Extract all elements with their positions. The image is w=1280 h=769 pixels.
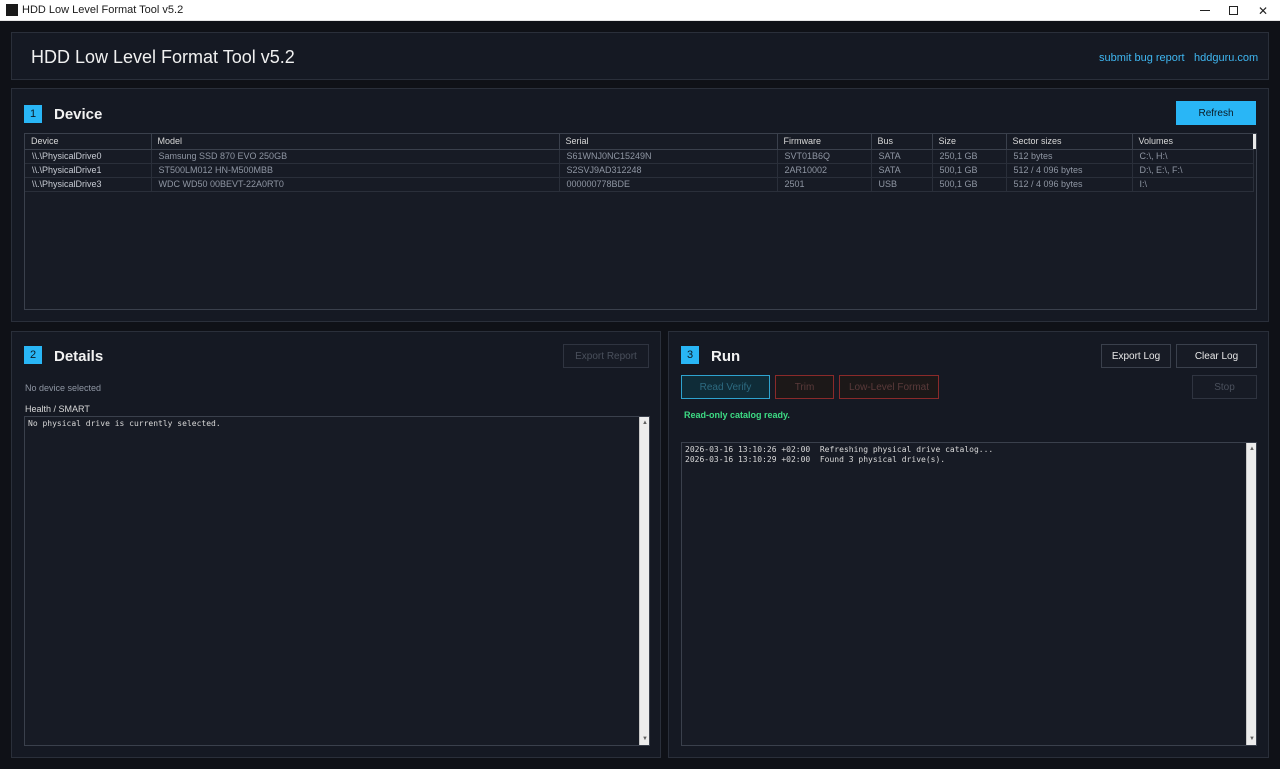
log-line: 2026-03-16 13:10:26 +02:00 Refreshing ph… bbox=[685, 445, 994, 454]
cell-size: 500,1 GB bbox=[932, 177, 1007, 192]
header-panel: HDD Low Level Format Tool v5.2 submit bu… bbox=[11, 32, 1269, 80]
cell-device: \\.\PhysicalDrive0 bbox=[25, 149, 152, 164]
cell-device: \\.\PhysicalDrive3 bbox=[25, 177, 152, 192]
refresh-button[interactable]: Refresh bbox=[1176, 101, 1256, 125]
submit-bug-report-link[interactable]: submit bug report bbox=[1099, 52, 1185, 64]
trim-button[interactable]: Trim bbox=[775, 375, 834, 399]
table-row[interactable]: \\.\PhysicalDrive0 Samsung SSD 870 EVO 2… bbox=[25, 149, 1254, 164]
cell-device: \\.\PhysicalDrive1 bbox=[25, 163, 152, 178]
health-smart-textbox[interactable]: No physical drive is currently selected.… bbox=[24, 416, 650, 746]
cell-sector-sizes: 512 / 4 096 bytes bbox=[1006, 177, 1133, 192]
cell-firmware: 2AR10002 bbox=[777, 163, 872, 178]
log-scrollbar[interactable]: ▲ ▼ bbox=[1246, 443, 1256, 745]
app-title: HDD Low Level Format Tool v5.2 bbox=[31, 47, 295, 67]
column-header-bus[interactable]: Bus bbox=[871, 134, 933, 150]
minimize-icon bbox=[1200, 10, 1210, 11]
status-message: Read-only catalog ready. bbox=[684, 410, 790, 420]
log-line: 2026-03-16 13:10:29 +02:00 Found 3 physi… bbox=[685, 455, 946, 464]
export-report-button[interactable]: Export Report bbox=[563, 344, 649, 368]
column-header-model[interactable]: Model bbox=[151, 134, 560, 150]
cell-firmware: SVT01B6Q bbox=[777, 149, 872, 164]
cell-bus: SATA bbox=[871, 149, 933, 164]
window-title: HDD Low Level Format Tool v5.2 bbox=[22, 4, 184, 16]
health-smart-text: No physical drive is currently selected. bbox=[28, 419, 221, 428]
column-header-firmware[interactable]: Firmware bbox=[777, 134, 872, 150]
no-device-label: No device selected bbox=[25, 383, 102, 393]
cell-bus: USB bbox=[871, 177, 933, 192]
window-titlebar: HDD Low Level Format Tool v5.2 ✕ bbox=[0, 0, 1280, 21]
clear-log-button[interactable]: Clear Log bbox=[1176, 344, 1257, 368]
section-number-run: 3 bbox=[681, 346, 699, 364]
cell-serial: S61WNJ0NC15249N bbox=[559, 149, 778, 164]
column-header-device[interactable]: Device bbox=[25, 134, 152, 150]
section-number-device: 1 bbox=[24, 105, 42, 123]
table-row[interactable]: \\.\PhysicalDrive3 WDC WD50 00BEVT-22A0R… bbox=[25, 177, 1254, 192]
details-section-title: Details bbox=[54, 348, 104, 365]
run-panel: 3 Run Export Log Clear Log Read Verify T… bbox=[668, 331, 1269, 758]
cell-model: Samsung SSD 870 EVO 250GB bbox=[151, 149, 560, 164]
cell-volumes: C:\, H:\ bbox=[1132, 149, 1254, 164]
hddguru-link[interactable]: hddguru.com bbox=[1194, 52, 1258, 64]
details-panel: 2 Details Export Report No device select… bbox=[11, 331, 661, 758]
main-area: HDD Low Level Format Tool v5.2 submit bu… bbox=[0, 21, 1280, 769]
cell-firmware: 2501 bbox=[777, 177, 872, 192]
cell-size: 250,1 GB bbox=[932, 149, 1007, 164]
table-header-row: Device Model Serial Firmware Bus Size Se… bbox=[25, 134, 1254, 150]
close-icon: ✕ bbox=[1257, 3, 1269, 18]
app-icon bbox=[6, 4, 18, 16]
maximize-icon bbox=[1228, 6, 1238, 15]
scroll-up-icon[interactable]: ▲ bbox=[1247, 444, 1257, 454]
cell-serial: S2SVJ9AD312248 bbox=[559, 163, 778, 178]
cell-size: 500,1 GB bbox=[932, 163, 1007, 178]
cell-volumes: I:\ bbox=[1132, 177, 1254, 192]
stop-button[interactable]: Stop bbox=[1192, 375, 1257, 399]
run-section-title: Run bbox=[711, 348, 741, 365]
column-header-sector-sizes[interactable]: Sector sizes bbox=[1006, 134, 1133, 150]
scroll-up-icon[interactable]: ▲ bbox=[640, 418, 650, 428]
column-header-serial[interactable]: Serial bbox=[559, 134, 778, 150]
cell-bus: SATA bbox=[871, 163, 933, 178]
table-row[interactable]: \\.\PhysicalDrive1 ST500LM012 HN-M500MBB… bbox=[25, 163, 1254, 178]
cell-model: WDC WD50 00BEVT-22A0RT0 bbox=[151, 177, 560, 192]
table-scrollbar[interactable] bbox=[1253, 134, 1256, 149]
column-header-volumes[interactable]: Volumes bbox=[1132, 134, 1254, 150]
section-number-details: 2 bbox=[24, 346, 42, 364]
health-smart-label: Health / SMART bbox=[25, 404, 90, 414]
cell-sector-sizes: 512 / 4 096 bytes bbox=[1006, 163, 1133, 178]
device-panel: 1 Device Refresh Device Model Serial Fir… bbox=[11, 88, 1269, 322]
cell-sector-sizes: 512 bytes bbox=[1006, 149, 1133, 164]
cell-serial: 000000778BDE bbox=[559, 177, 778, 192]
device-section-title: Device bbox=[54, 106, 103, 123]
close-button[interactable]: ✕ bbox=[1246, 0, 1280, 21]
log-lines: 2026-03-16 13:10:26 +02:00 Refreshing ph… bbox=[685, 445, 993, 465]
cell-model: ST500LM012 HN-M500MBB bbox=[151, 163, 560, 178]
scroll-down-icon[interactable]: ▼ bbox=[1247, 734, 1257, 744]
health-scrollbar[interactable]: ▲ ▼ bbox=[639, 417, 649, 745]
scroll-down-icon[interactable]: ▼ bbox=[640, 734, 650, 744]
read-verify-button[interactable]: Read Verify bbox=[681, 375, 770, 399]
cell-volumes: D:\, E:\, F:\ bbox=[1132, 163, 1254, 178]
maximize-button[interactable] bbox=[1216, 0, 1250, 21]
low-level-format-button[interactable]: Low-Level Format bbox=[839, 375, 939, 399]
export-log-button[interactable]: Export Log bbox=[1101, 344, 1171, 368]
log-textbox[interactable]: 2026-03-16 13:10:26 +02:00 Refreshing ph… bbox=[681, 442, 1257, 746]
column-header-size[interactable]: Size bbox=[932, 134, 1007, 150]
device-table: Device Model Serial Firmware Bus Size Se… bbox=[24, 133, 1257, 310]
